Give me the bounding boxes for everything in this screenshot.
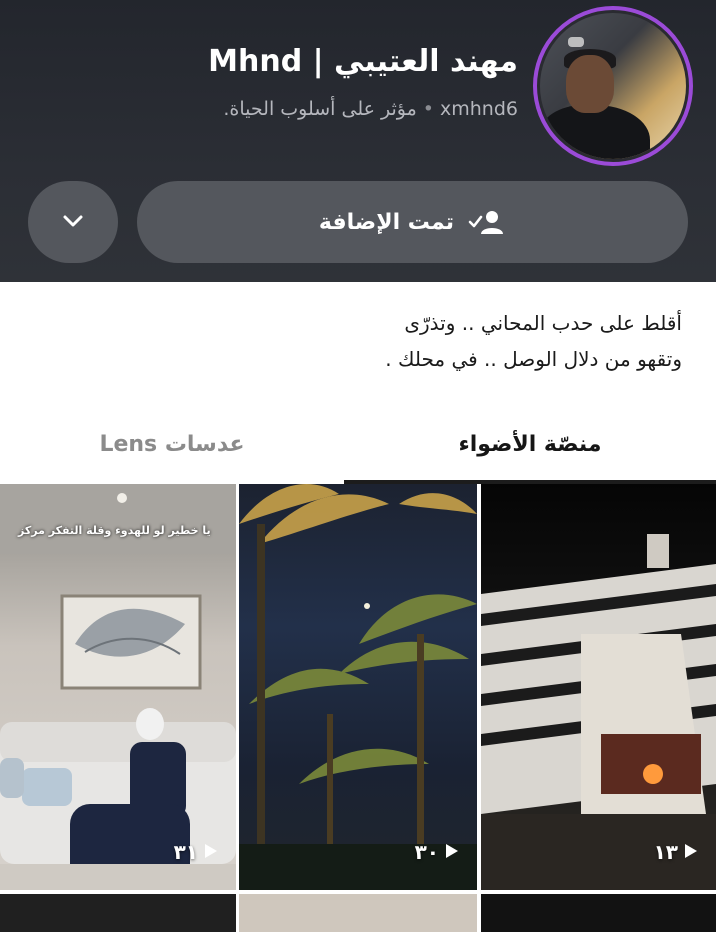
- bio-line-1: أقلط على حدب المحاني .. وتذرّى: [404, 311, 682, 335]
- spotlight-tile[interactable]: ١٣: [481, 484, 716, 890]
- avatar-story-ring[interactable]: [533, 6, 693, 166]
- profile-subline: xmhnd6•مؤثر على أسلوب الحياة.: [223, 98, 518, 120]
- view-count: ٣٠: [414, 840, 439, 864]
- play-icon: [684, 840, 698, 864]
- added-user-icon: [468, 208, 506, 236]
- bio-line-2: وتقهو من دلال الوصل .. في محلك .: [385, 347, 682, 371]
- tab-spotlight[interactable]: منصّة الأضواء: [344, 405, 716, 483]
- spotlight-grid: يا خطير لو للهدوء وقلة التفكر مركز ٣١ ٣٠…: [0, 484, 716, 932]
- spotlight-tile[interactable]: [239, 894, 477, 932]
- creator-category: مؤثر على أسلوب الحياة: [229, 98, 417, 120]
- spotlight-tile[interactable]: يا خطير لو للهدوء وقلة التفكر مركز ٣١: [0, 484, 236, 890]
- view-count: ١٣: [653, 840, 678, 864]
- tab-lenses[interactable]: عدسات Lens: [0, 405, 344, 483]
- added-button-label: تمت الإضافة: [318, 209, 455, 235]
- display-name: مهند العتيبي | Mhnd: [208, 44, 518, 79]
- play-count: ١٣: [654, 840, 698, 864]
- avatar[interactable]: [540, 13, 686, 159]
- tab-spotlight-label: منصّة الأضواء: [458, 431, 602, 457]
- play-count: ٣١: [174, 840, 218, 864]
- separator-dot: •: [422, 98, 434, 120]
- spotlight-tile[interactable]: ٣٠: [239, 484, 477, 890]
- more-options-button[interactable]: [28, 181, 118, 263]
- username[interactable]: xmhnd6: [440, 98, 518, 120]
- chevron-down-icon: [62, 213, 84, 232]
- content-tabs: منصّة الأضواء عدسات Lens: [0, 405, 716, 484]
- tile-caption: يا خطير لو للهدوء وقلة التفكر مركز: [18, 524, 211, 537]
- play-icon: [445, 840, 459, 864]
- tab-lenses-label: عدسات Lens: [99, 431, 245, 457]
- profile-header: مهند العتيبي | Mhnd xmhnd6 •مؤثر على أسلو…: [0, 0, 716, 282]
- play-icon: [204, 840, 218, 864]
- profile-bio: أقلط على حدب المحاني .. وتذرّى وتقهو من …: [42, 305, 682, 377]
- play-count: ٣٠: [415, 840, 459, 864]
- spotlight-tile[interactable]: [481, 894, 716, 932]
- spotlight-tile[interactable]: [0, 894, 236, 932]
- view-count: ٣١: [173, 840, 198, 864]
- added-friend-button[interactable]: تمت الإضافة: [137, 181, 688, 263]
